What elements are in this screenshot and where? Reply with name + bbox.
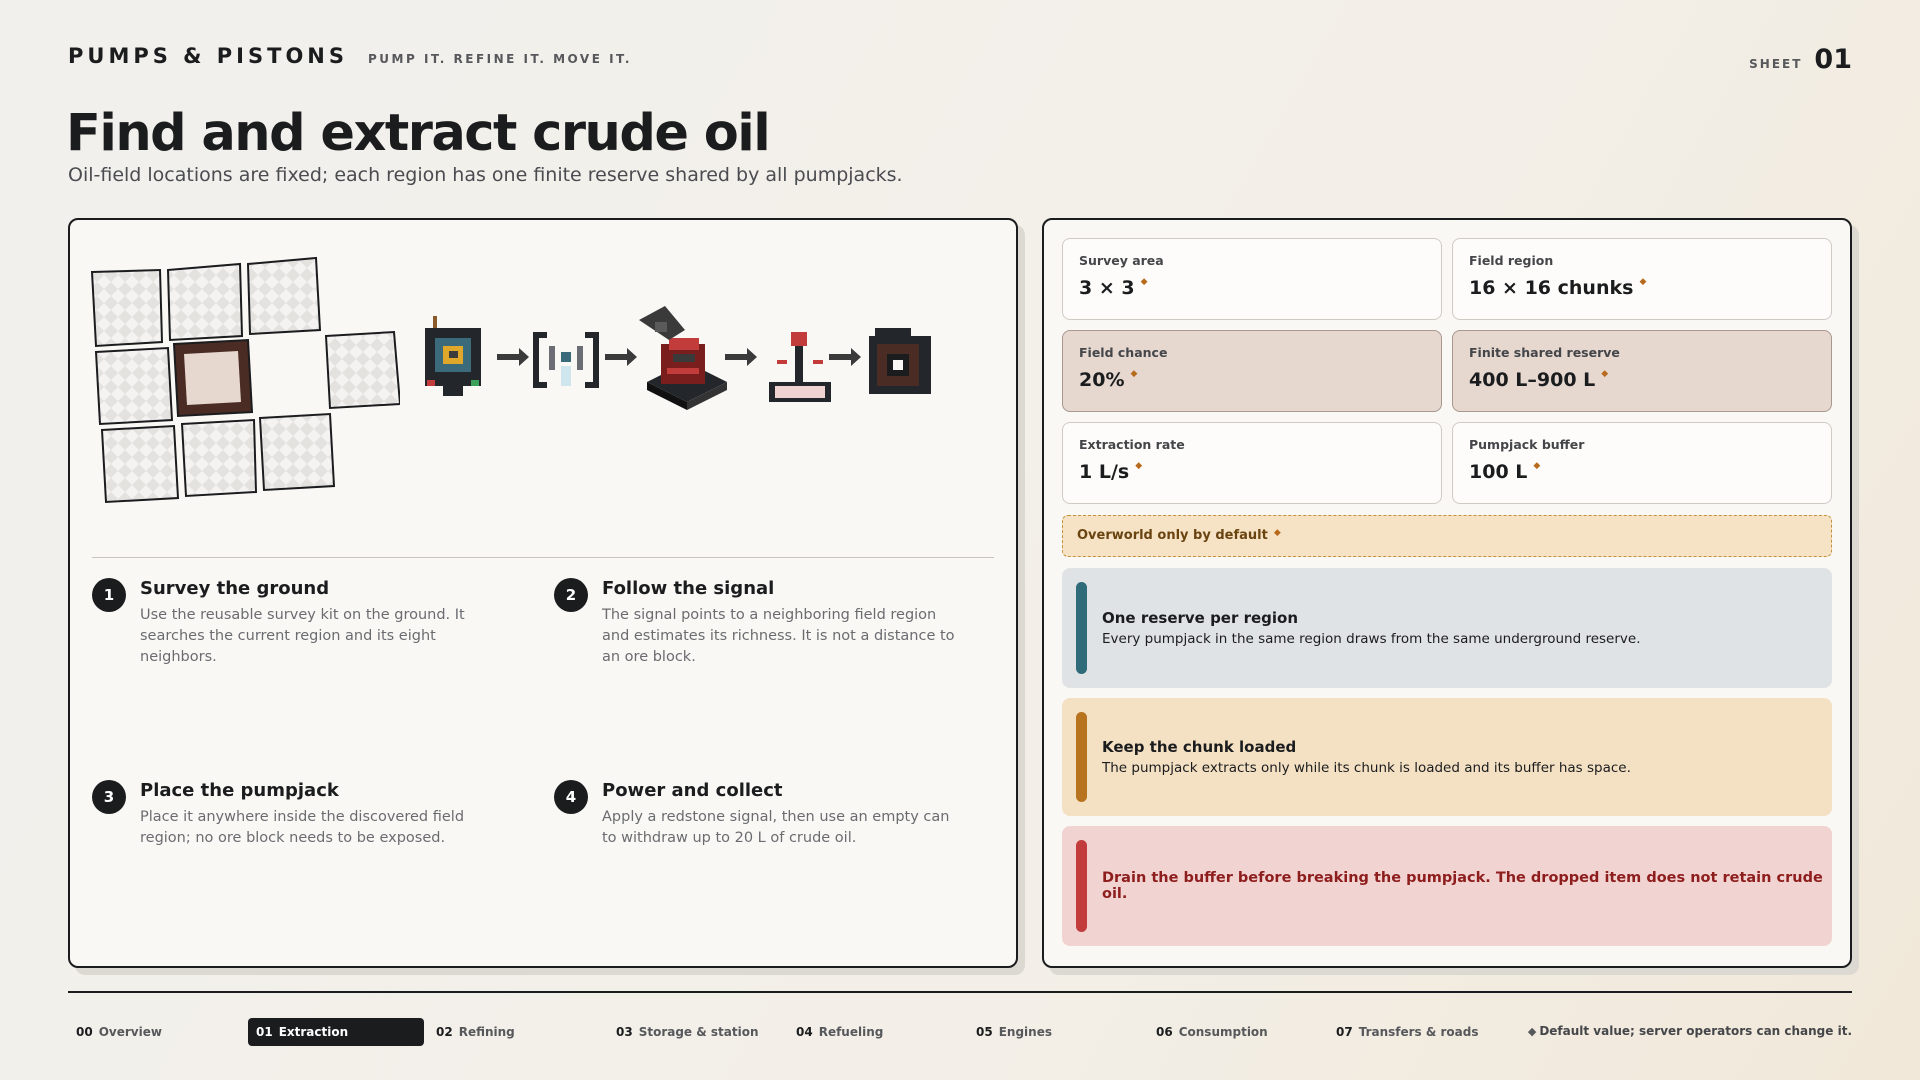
nav-item-engines[interactable]: 05 Engines bbox=[968, 1018, 1144, 1046]
panel-divider bbox=[92, 557, 994, 558]
note-one-reserve: One reserve per region Every pumpjack in… bbox=[1062, 568, 1832, 688]
nav-item-refueling[interactable]: 04 Refueling bbox=[788, 1018, 964, 1046]
pumpjack-icon bbox=[639, 306, 727, 410]
arrow-icon bbox=[497, 348, 529, 366]
overworld-note: Overworld only by default ◆ bbox=[1062, 515, 1832, 557]
stat-card-survey-area: Survey area 3 × 3 ◆ bbox=[1062, 238, 1442, 320]
step-survey: 1 Survey the ground Use the reusable sur… bbox=[92, 578, 502, 668]
steps-panel: 1 Survey the ground Use the reusable sur… bbox=[68, 218, 1018, 968]
step-title: Survey the ground bbox=[140, 578, 330, 599]
default-marker-icon: ◆ bbox=[1135, 461, 1143, 471]
redstone-lever-icon bbox=[769, 332, 831, 402]
nav-item-refining[interactable]: 02 Refining bbox=[428, 1018, 604, 1046]
page-title: Find and extract crude oil bbox=[66, 104, 771, 163]
stat-label: Extraction rate bbox=[1079, 437, 1185, 452]
nav-item-transfers-roads[interactable]: 07 Transfers & roads bbox=[1328, 1018, 1504, 1046]
sheet-indicator: SHEET 01 bbox=[1749, 44, 1852, 75]
note-body: The pumpjack extracts only while its chu… bbox=[1102, 760, 1631, 776]
default-marker-icon: ◆ bbox=[1273, 528, 1281, 538]
step-follow-signal: 2 Follow the signal The signal points to… bbox=[554, 578, 964, 668]
stat-value: 1 L/s ◆ bbox=[1079, 461, 1143, 483]
sheet-number: 01 bbox=[1814, 44, 1852, 75]
survey-grid-illustration bbox=[90, 256, 400, 504]
note-accent-bar bbox=[1076, 582, 1087, 674]
arrow-icon bbox=[605, 348, 637, 366]
crude-oil-can-icon bbox=[869, 328, 931, 394]
nav-item-consumption[interactable]: 06 Consumption bbox=[1148, 1018, 1324, 1046]
stat-label: Field chance bbox=[1079, 345, 1168, 360]
step-place-pumpjack: 3 Place the pumpjack Place it anywhere i… bbox=[92, 780, 502, 849]
nav-item-overview[interactable]: 00 Overview bbox=[68, 1018, 244, 1046]
footer-divider bbox=[68, 991, 1852, 993]
stat-value: 400 L–900 L ◆ bbox=[1469, 369, 1609, 391]
step-number-badge: 1 bbox=[92, 578, 126, 612]
default-value-legend: ◆ Default value; server operators can cha… bbox=[1527, 1024, 1852, 1038]
step-description: The signal points to a neighboring field… bbox=[602, 607, 955, 665]
note-body: Every pumpjack in the same region draws … bbox=[1102, 631, 1641, 647]
note-chunk-loaded: Keep the chunk loaded The pumpjack extra… bbox=[1062, 698, 1832, 816]
stat-card-field-region: Field region 16 × 16 chunks ◆ bbox=[1452, 238, 1832, 320]
stat-label: Survey area bbox=[1079, 253, 1164, 268]
default-marker-icon: ◆ bbox=[1533, 461, 1541, 471]
arrow-icon bbox=[725, 348, 757, 366]
stat-label: Finite shared reserve bbox=[1469, 345, 1620, 360]
note-title: One reserve per region bbox=[1102, 609, 1299, 627]
step-description: Use the reusable survey kit on the groun… bbox=[140, 607, 465, 665]
step-title: Power and collect bbox=[602, 780, 783, 801]
note-accent-bar bbox=[1076, 712, 1087, 802]
nav-item-extraction[interactable]: 01 Extraction bbox=[248, 1018, 424, 1046]
stat-label: Field region bbox=[1469, 253, 1554, 268]
brand-tagline: PUMP IT. REFINE IT. MOVE IT. bbox=[368, 52, 632, 66]
stat-card-pumpjack-buffer: Pumpjack buffer 100 L ◆ bbox=[1452, 422, 1832, 504]
stat-card-extraction-rate: Extraction rate 1 L/s ◆ bbox=[1062, 422, 1442, 504]
brand-name: PUMPS & PISTONS bbox=[68, 44, 348, 68]
survey-kit-icon bbox=[425, 316, 481, 396]
nav-item-storage-station[interactable]: 03 Storage & station bbox=[608, 1018, 784, 1046]
warning-text: Drain the buffer before breaking the pum… bbox=[1102, 870, 1823, 902]
stats-panel: Survey area 3 × 3 ◆ Field region 16 × 16 … bbox=[1042, 218, 1852, 968]
step-title: Follow the signal bbox=[602, 578, 775, 599]
stat-card-finite-reserve: Finite shared reserve 400 L–900 L ◆ bbox=[1452, 330, 1832, 412]
default-marker-icon: ◆ bbox=[1130, 369, 1138, 379]
step-power-collect: 4 Power and collect Apply a redstone sig… bbox=[554, 780, 964, 849]
page-subtitle: Oil-field locations are fixed; each regi… bbox=[68, 164, 903, 186]
extraction-flow-illustration bbox=[425, 306, 931, 410]
stat-value: 20% ◆ bbox=[1079, 369, 1138, 391]
diamond-icon: ◆ bbox=[1527, 1025, 1537, 1038]
note-title: Keep the chunk loaded bbox=[1102, 738, 1297, 756]
note-accent-bar bbox=[1076, 840, 1087, 932]
default-marker-icon: ◆ bbox=[1601, 369, 1609, 379]
default-marker-icon: ◆ bbox=[1140, 277, 1148, 287]
stat-value: 3 × 3 ◆ bbox=[1079, 277, 1148, 299]
sheet-navigation: 00 Overview 01 Extraction 02 Refining 03 Sto… bbox=[68, 1018, 1508, 1046]
stat-card-field-chance: Field chance 20% ◆ bbox=[1062, 330, 1442, 412]
step-title: Place the pumpjack bbox=[140, 780, 339, 801]
step-number-badge: 4 bbox=[554, 780, 588, 814]
stat-value: 100 L ◆ bbox=[1469, 461, 1541, 483]
sheet-label: SHEET bbox=[1749, 57, 1803, 71]
signal-icon bbox=[533, 332, 599, 388]
brand: PUMPS & PISTONS PUMP IT. REFINE IT. MOVE… bbox=[68, 44, 632, 68]
stat-value: 16 × 16 chunks ◆ bbox=[1469, 277, 1647, 299]
step-number-badge: 3 bbox=[92, 780, 126, 814]
step-description: Apply a redstone signal, then use an emp… bbox=[602, 809, 950, 846]
default-marker-icon: ◆ bbox=[1639, 277, 1647, 287]
step-number-badge: 2 bbox=[554, 578, 588, 612]
note-warning-drain: Drain the buffer before breaking the pum… bbox=[1062, 826, 1832, 946]
arrow-icon bbox=[829, 348, 861, 366]
step-description: Place it anywhere inside the discovered … bbox=[140, 809, 465, 846]
stat-label: Pumpjack buffer bbox=[1469, 437, 1585, 452]
